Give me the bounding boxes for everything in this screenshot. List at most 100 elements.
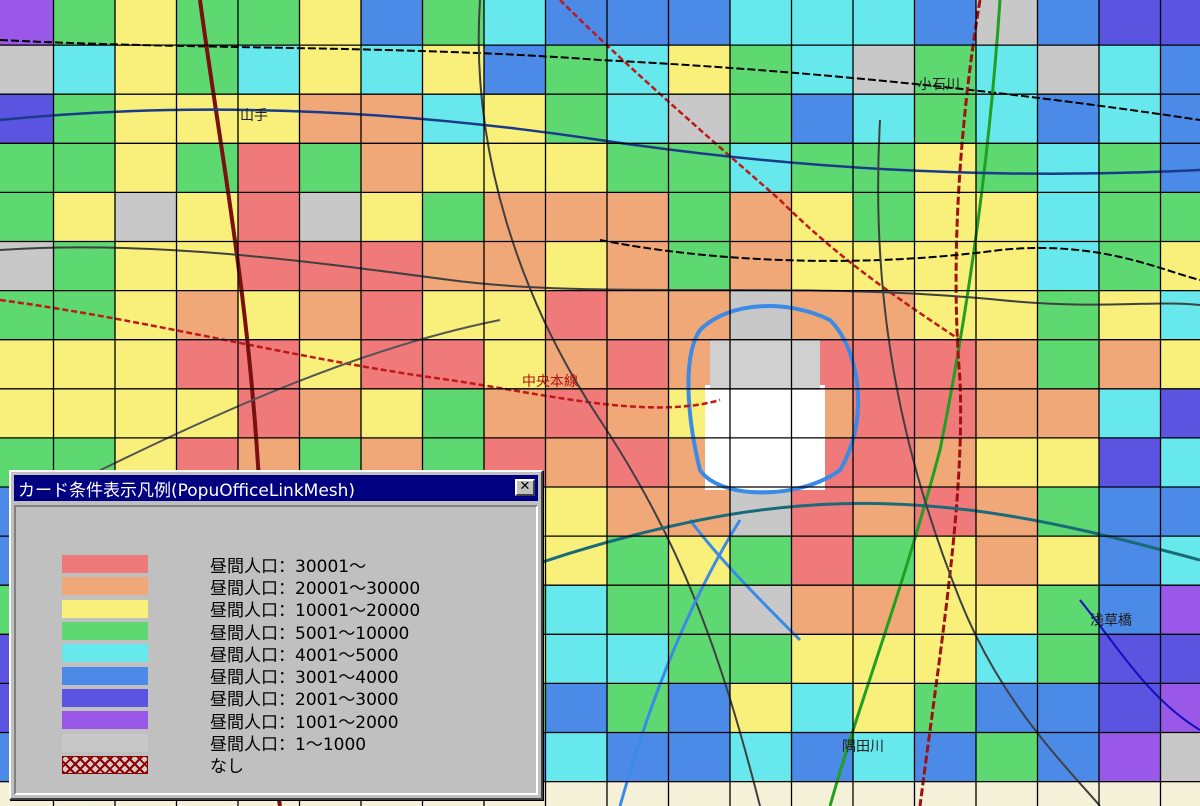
mesh-cell <box>914 192 977 242</box>
mesh-cell <box>299 94 362 144</box>
mesh-cell <box>361 241 423 292</box>
mesh-cell <box>0 45 54 95</box>
mesh-cell <box>668 683 731 733</box>
mesh-cell <box>545 487 608 537</box>
mesh-cell <box>115 143 177 193</box>
mesh-cell <box>730 143 792 193</box>
mesh-cell <box>1160 437 1200 488</box>
mesh-cell <box>1160 339 1200 390</box>
mesh-cell <box>0 388 54 439</box>
mesh-cell <box>791 94 854 144</box>
mesh-cell <box>1037 634 1100 684</box>
legend-window[interactable]: カード条件表示凡例(PopuOfficeLinkMesh) ✕ 昼間人口：300… <box>9 470 543 800</box>
mesh-cell <box>791 192 854 242</box>
mesh-cell <box>668 241 731 292</box>
mesh-cell <box>1099 0 1161 46</box>
legend-item: 昼間人口：5001〜10000 <box>62 620 420 644</box>
mesh-cell <box>730 192 792 242</box>
legend-label: 昼間人口：3001〜4000 <box>210 668 399 689</box>
mesh-cell <box>914 0 977 46</box>
mesh-cell <box>668 192 731 242</box>
mesh-cell <box>1099 94 1161 144</box>
mesh-cell <box>176 339 239 390</box>
mesh-cell <box>53 339 116 390</box>
mesh-cell <box>545 143 608 193</box>
mesh-cell <box>853 487 915 537</box>
legend-title: カード条件表示凡例(PopuOfficeLinkMesh) <box>18 480 356 501</box>
mesh-cell <box>0 0 54 46</box>
legend-swatch <box>62 733 148 752</box>
legend-item: なし <box>62 754 420 777</box>
mesh-cell <box>361 143 423 193</box>
mesh-cell <box>545 45 608 95</box>
mesh-cell <box>976 339 1038 390</box>
mesh-cell <box>238 388 300 439</box>
mesh-cell <box>1160 388 1200 439</box>
mesh-cell <box>730 94 792 144</box>
mesh-cell <box>361 290 423 341</box>
mesh-cell <box>668 94 731 144</box>
mesh-cell <box>607 192 669 242</box>
mesh-cell <box>422 143 485 193</box>
mesh-cell <box>1099 339 1161 390</box>
mesh-cell <box>0 339 54 390</box>
mesh-cell <box>1160 732 1200 783</box>
mesh-cell <box>1037 683 1100 733</box>
legend-item: 昼間人口：4001〜5000 <box>62 642 420 666</box>
mesh-cell <box>1160 585 1200 635</box>
mesh-cell <box>607 0 669 46</box>
mesh-cell <box>1037 437 1100 488</box>
mesh-cell <box>914 388 977 439</box>
mesh-cell <box>976 45 1038 95</box>
legend-titlebar[interactable]: カード条件表示凡例(PopuOfficeLinkMesh) ✕ <box>14 475 538 501</box>
place-label: 浅草橋 <box>1090 613 1132 629</box>
mesh-cell <box>1037 45 1100 95</box>
legend-item: 昼間人口：30001〜 <box>62 553 420 577</box>
mesh-cell <box>914 241 977 292</box>
mesh-cell <box>115 45 177 95</box>
mesh-cell <box>1037 143 1100 193</box>
legend-label: 昼間人口：20001〜30000 <box>210 578 421 599</box>
legend-label: 昼間人口：30001〜 <box>210 556 367 577</box>
mesh-cell <box>115 192 177 242</box>
mesh-cell <box>1160 290 1200 341</box>
mesh-cell <box>422 339 485 390</box>
mesh-cell <box>853 585 915 635</box>
mesh-cell <box>914 732 977 783</box>
mesh-cell <box>1160 192 1200 242</box>
mesh-cell <box>238 0 300 46</box>
mesh-cell <box>53 0 116 46</box>
legend-swatch <box>62 644 148 663</box>
mesh-cell <box>484 94 546 144</box>
mesh-cell <box>791 634 854 684</box>
mesh-cell <box>853 94 915 144</box>
place-label: 小石川 <box>918 77 960 93</box>
mesh-cell <box>0 290 54 341</box>
mesh-cell <box>1099 45 1161 95</box>
mesh-cell <box>545 192 608 242</box>
mesh-cell <box>53 45 116 95</box>
mesh-cell <box>730 683 792 733</box>
mesh-cell <box>115 339 177 390</box>
legend-list: 昼間人口：30001〜 昼間人口：20001〜30000 昼間人口：10001〜20… <box>62 553 421 777</box>
mesh-cell <box>914 437 977 488</box>
mesh-cell <box>545 585 608 635</box>
mesh-cell <box>299 241 362 292</box>
mesh-cell <box>791 0 854 46</box>
legend-item: 昼間人口：20001〜30000 <box>62 575 421 599</box>
mesh-cell <box>53 94 116 144</box>
mesh-cell <box>484 290 546 341</box>
mesh-cell <box>238 143 300 193</box>
mesh-cell <box>422 192 485 242</box>
mesh-cell <box>1037 536 1100 586</box>
mesh-cell <box>607 585 669 635</box>
close-button[interactable]: ✕ <box>515 479 535 496</box>
mesh-cell <box>1037 388 1100 439</box>
legend-item: 昼間人口：10001〜20000 <box>62 598 420 621</box>
mesh-cell <box>176 290 239 341</box>
mesh-cell <box>730 634 792 684</box>
place-label: 隅田川 <box>842 739 884 755</box>
mesh-cell <box>791 45 854 95</box>
mesh-cell <box>607 290 669 341</box>
legend-swatch <box>62 555 148 574</box>
